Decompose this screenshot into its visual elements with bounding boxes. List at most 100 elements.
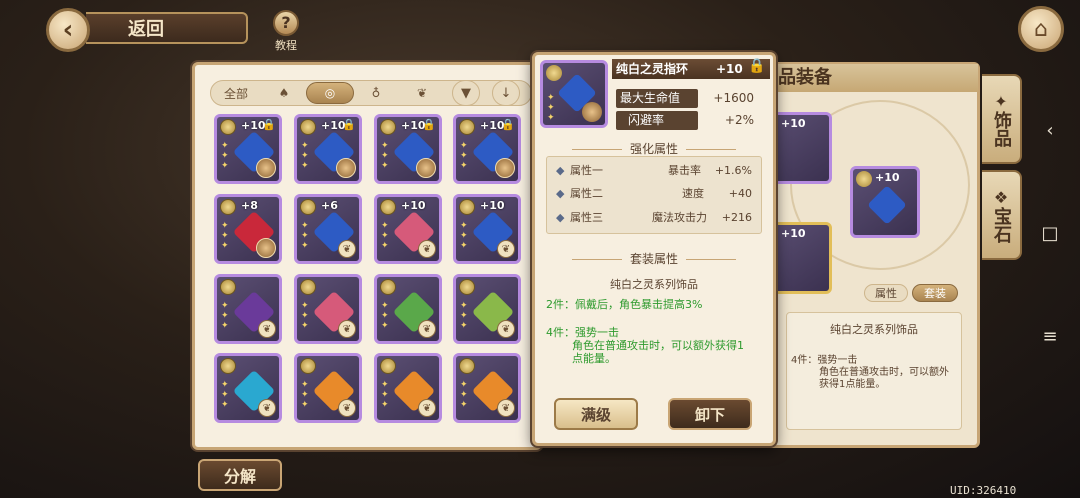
inventory-item[interactable]: ✦ ✦ ✦ ❦ bbox=[294, 274, 362, 344]
filter-necklace[interactable]: ♁ bbox=[358, 82, 394, 104]
back-button[interactable]: ‹ bbox=[46, 8, 90, 52]
inventory-item[interactable]: +10 ✦ ✦ ✦ ❦ bbox=[453, 194, 521, 264]
level-badge-icon bbox=[300, 358, 316, 374]
tab-set[interactable]: 套装 bbox=[912, 284, 958, 302]
filter-hat[interactable]: ♠ bbox=[266, 82, 302, 104]
inventory-item[interactable]: ✦ ✦ ✦ ❦ bbox=[374, 274, 442, 344]
inventory-item[interactable]: +8 ✦ ✦ ✦ bbox=[214, 194, 282, 264]
tutorial-label: 教程 bbox=[275, 39, 297, 52]
level-badge-icon bbox=[220, 119, 236, 135]
level-badge-icon bbox=[380, 199, 396, 215]
diamond-icon: ◆ bbox=[556, 187, 565, 200]
stars-icon: ✦ ✦ ✦ bbox=[221, 221, 229, 251]
tutorial-button[interactable]: ? 教程 bbox=[268, 10, 304, 52]
equipment-title: 品装备 bbox=[768, 64, 978, 92]
tab-gem-label: 宝石 bbox=[991, 206, 1012, 243]
inventory-item[interactable]: ✦ ✦ ✦ ❦ bbox=[214, 274, 282, 344]
unequip-button[interactable]: 卸下 bbox=[668, 398, 752, 430]
enhance-title: 强化属性 bbox=[540, 140, 768, 157]
owner-avatar bbox=[256, 158, 276, 178]
sub-stat: 魔法攻击力 bbox=[652, 211, 707, 224]
detail-item-icon: ✦ ✦ ✦ bbox=[540, 60, 608, 128]
back-bar[interactable]: 返回 bbox=[86, 12, 248, 44]
home-button[interactable]: ⌂ bbox=[1018, 6, 1064, 52]
diamond-icon: ◆ bbox=[556, 164, 565, 177]
sub-stat: 速度 bbox=[682, 187, 704, 200]
inventory-item[interactable]: ✦ ✦ ✦ ❦ bbox=[294, 353, 362, 423]
tab-attributes[interactable]: 属性 bbox=[864, 284, 908, 302]
inventory-item[interactable]: ✦ ✦ ✦ ❦ bbox=[453, 274, 521, 344]
leaf-tag-icon: ❦ bbox=[497, 320, 515, 338]
level-badge-icon bbox=[459, 279, 475, 295]
stars-icon: ✦ ✦ ✦ bbox=[381, 221, 389, 251]
main-stat-value: +2% bbox=[724, 113, 754, 127]
max-level-button[interactable]: 满级 bbox=[554, 398, 638, 430]
main-stat-value: +1600 bbox=[713, 91, 754, 105]
sort-button[interactable]: ↓ bbox=[492, 80, 520, 106]
leaf-tag-icon: ❦ bbox=[258, 320, 276, 338]
sub-stat: 暴击率 bbox=[668, 164, 701, 177]
funnel-icon: ▼ bbox=[461, 85, 471, 101]
lock-icon: 🔒 bbox=[501, 118, 515, 131]
item-name: 纯白之灵指环 bbox=[612, 59, 770, 79]
back-label: 返回 bbox=[128, 19, 164, 40]
lock-icon[interactable]: 🔒 bbox=[748, 58, 765, 74]
filter-button[interactable]: ▼ bbox=[452, 80, 480, 106]
inventory-item[interactable]: +10 🔒 ✦ ✦ ✦ bbox=[374, 114, 442, 184]
sub-slot: 属性二 bbox=[570, 187, 603, 200]
sub-slot: 属性一 bbox=[570, 164, 603, 177]
help-icon: ? bbox=[273, 10, 299, 36]
tab-gem[interactable]: ❖ 宝石 bbox=[982, 170, 1022, 260]
system-nav: ‹ □ ≡ bbox=[1030, 120, 1070, 380]
leaf-tag-icon: ❦ bbox=[258, 399, 276, 417]
inventory-item[interactable]: +10 ✦ ✦ ✦ ❦ bbox=[374, 194, 442, 264]
stars-icon: ✦ ✦ ✦ bbox=[301, 221, 309, 251]
item-level: +10 bbox=[716, 62, 743, 76]
set-title: 套装属性 bbox=[540, 250, 768, 267]
equip-slot[interactable]: +10 bbox=[850, 166, 920, 238]
main-stat-row: 最大生命值 +1600 bbox=[614, 89, 760, 108]
level-badge-icon bbox=[459, 199, 475, 215]
set-2pc: 2件：佩戴后，角色暴击提高3% bbox=[546, 298, 703, 311]
leaf-tag-icon: ❦ bbox=[338, 399, 356, 417]
inventory-item[interactable]: +6 ✦ ✦ ✦ ❦ bbox=[294, 194, 362, 264]
level-badge-icon bbox=[380, 119, 396, 135]
stars-icon: ✦ ✦ ✦ bbox=[460, 221, 468, 251]
owner-avatar bbox=[416, 158, 436, 178]
level-badge-icon bbox=[546, 65, 562, 81]
set-4pc-head: 4件：强势一击 bbox=[546, 326, 619, 339]
set-4pc-body: 角色在普通攻击时，可以额外获得1点能量。 bbox=[819, 367, 949, 390]
tab-accessory[interactable]: ✦ 饰品 bbox=[982, 74, 1022, 164]
inventory-item[interactable]: ✦ ✦ ✦ ❦ bbox=[214, 353, 282, 423]
leaf-tag-icon: ❦ bbox=[338, 320, 356, 338]
inventory-item[interactable]: +10 🔒 ✦ ✦ ✦ bbox=[453, 114, 521, 184]
inventory-item[interactable]: +10 🔒 ✦ ✦ ✦ bbox=[294, 114, 362, 184]
sub-stat-row: ◆ 属性二 速度 +40 bbox=[548, 184, 760, 204]
stars-icon: ✦ ✦ ✦ bbox=[381, 380, 389, 410]
stars-icon: ✦ ✦ ✦ bbox=[460, 141, 468, 171]
nav-back-icon[interactable]: ‹ bbox=[1030, 120, 1070, 223]
home-icon: ⌂ bbox=[1034, 16, 1048, 42]
inventory-item[interactable]: ✦ ✦ ✦ ❦ bbox=[453, 353, 521, 423]
filter-leaf[interactable]: ❦ bbox=[400, 82, 444, 104]
stars-icon: ✦ ✦ ✦ bbox=[221, 301, 229, 331]
filter-ring[interactable]: ◎ bbox=[306, 82, 354, 104]
main-stat-name: 闪避率 bbox=[616, 111, 698, 130]
nav-home-icon[interactable]: □ bbox=[1030, 223, 1070, 326]
sub-value: +40 bbox=[728, 187, 752, 200]
item-plus: +8 bbox=[241, 199, 258, 212]
stars-icon: ✦ ✦ ✦ bbox=[460, 301, 468, 331]
filter-all[interactable]: 全部 bbox=[214, 82, 258, 104]
leaf-tag-icon: ❦ bbox=[418, 399, 436, 417]
stars-icon: ✦ ✦ ✦ bbox=[381, 301, 389, 331]
sub-value: +216 bbox=[721, 211, 752, 224]
inventory-item[interactable]: +10 🔒 ✦ ✦ ✦ bbox=[214, 114, 282, 184]
user-id: UID:326410 bbox=[950, 484, 1017, 497]
lock-icon: 🔒 bbox=[342, 118, 356, 131]
level-badge-icon bbox=[300, 199, 316, 215]
decompose-button[interactable]: 分解 bbox=[198, 459, 282, 491]
nav-menu-icon[interactable]: ≡ bbox=[1030, 326, 1070, 429]
stars-icon: ✦ ✦ ✦ bbox=[221, 141, 229, 171]
main-stat-name: 最大生命值 bbox=[616, 89, 698, 108]
inventory-item[interactable]: ✦ ✦ ✦ ❦ bbox=[374, 353, 442, 423]
